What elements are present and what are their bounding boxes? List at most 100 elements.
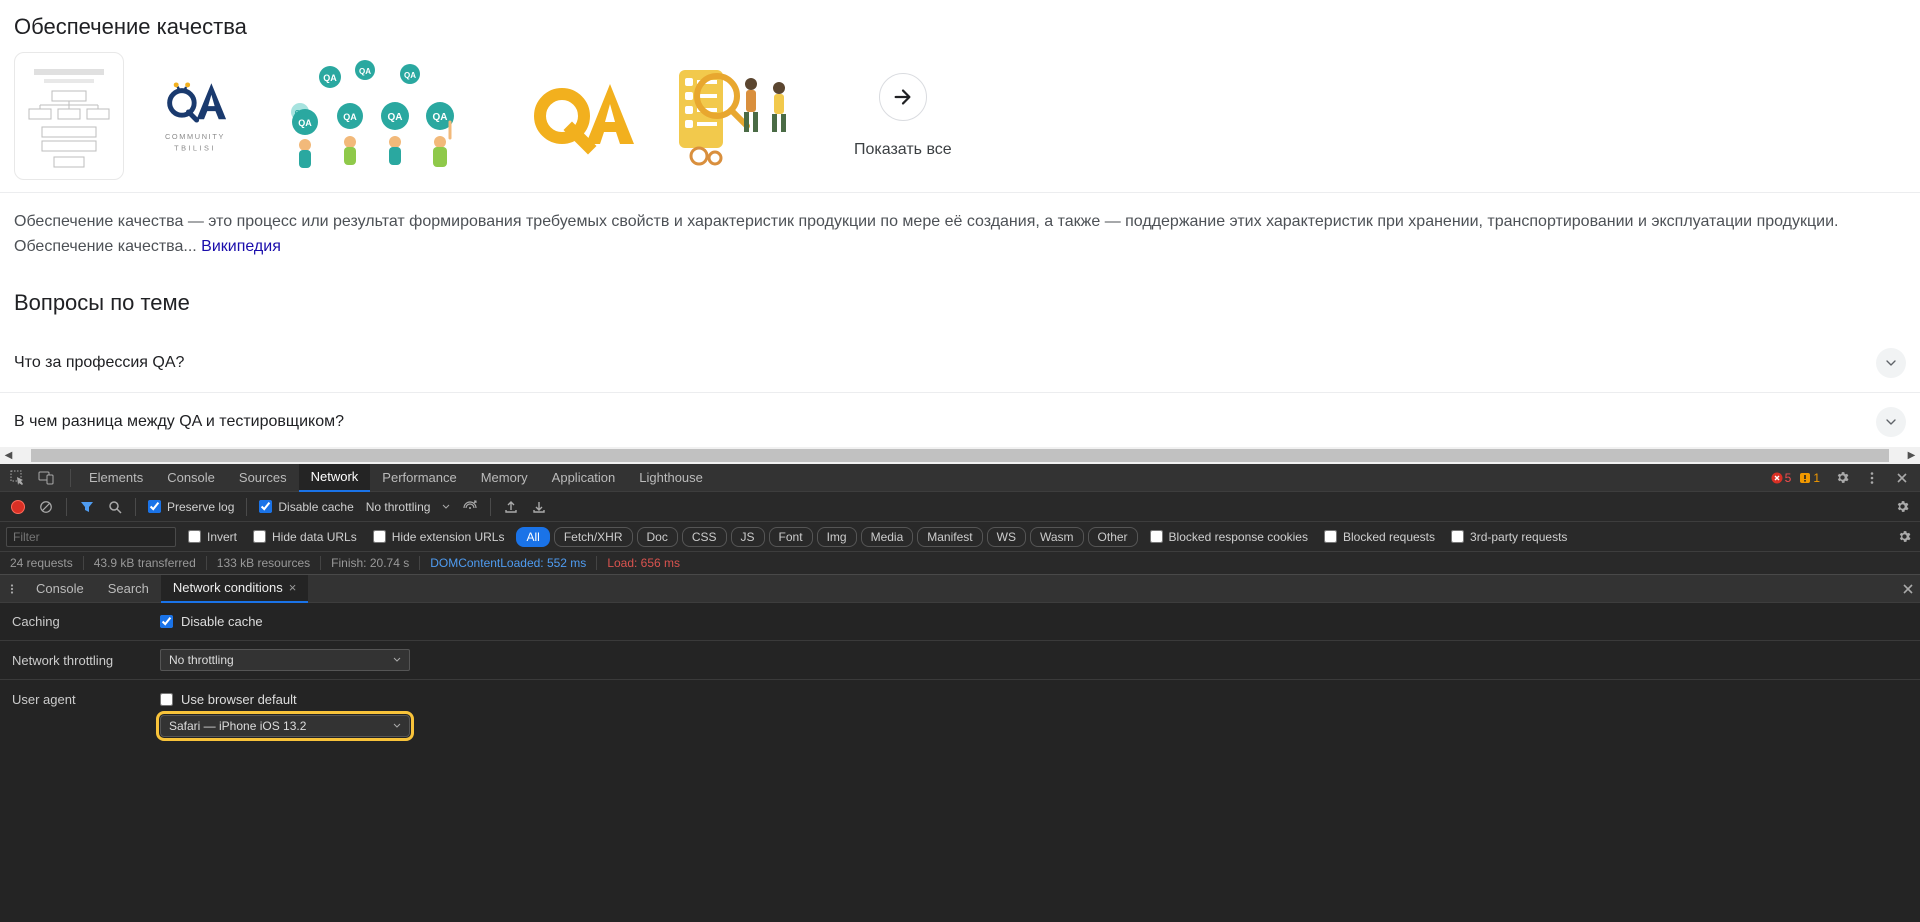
nc-caching-label: Caching [10, 614, 160, 629]
drawer-tab-search[interactable]: Search [96, 575, 161, 603]
network-toolbar: Preserve log Disable cache No throttling [0, 492, 1920, 522]
arrow-right-icon [879, 73, 927, 121]
hide-data-urls-checkbox[interactable]: Hide data URLs [249, 530, 361, 544]
snippet-text: Обеспечение качества — это процесс или р… [14, 213, 1839, 230]
chevron-down-icon [1876, 348, 1906, 378]
nc-throttling-select[interactable]: No throttling [160, 649, 410, 671]
pill-font[interactable]: Font [769, 527, 813, 547]
svg-text:QA: QA [298, 118, 312, 128]
pill-img[interactable]: Img [817, 527, 857, 547]
tab-console[interactable]: Console [155, 464, 227, 492]
invert-checkbox[interactable]: Invert [184, 530, 241, 544]
search-icon[interactable] [103, 495, 127, 519]
pill-wasm[interactable]: Wasm [1030, 527, 1084, 547]
blocked-requests-checkbox[interactable]: Blocked requests [1320, 530, 1439, 544]
hide-extension-urls-checkbox[interactable]: Hide extension URLs [369, 530, 509, 544]
related-question-row[interactable]: В чем разница между QA и тестировщиком? [0, 393, 1920, 452]
show-all-images-button[interactable]: Показать все [854, 73, 952, 159]
tab-network[interactable]: Network [299, 464, 371, 492]
close-devtools-icon[interactable] [1888, 464, 1916, 492]
network-status-bar: 24 requests 43.9 kB transferred 133 kB r… [0, 552, 1920, 574]
devtools-panel: Elements Console Sources Network Perform… [0, 464, 1920, 922]
nc-disable-cache-checkbox[interactable]: Disable cache [160, 614, 263, 629]
settings-gear-icon[interactable] [1828, 464, 1856, 492]
image-thumb-diagram[interactable] [14, 52, 124, 180]
related-questions-heading: Вопросы по теме [0, 276, 1920, 334]
drawer-tab-network-conditions[interactable]: Network conditions × [161, 575, 308, 603]
tab-lighthouse[interactable]: Lighthouse [627, 464, 715, 492]
nc-user-agent-label: User agent [10, 692, 160, 707]
related-question-text: В чем разница между QA и тестировщиком? [14, 413, 344, 431]
tab-performance[interactable]: Performance [370, 464, 468, 492]
network-conditions-icon[interactable] [458, 495, 482, 519]
tab-sources[interactable]: Sources [227, 464, 299, 492]
pill-doc[interactable]: Doc [637, 527, 678, 547]
chevron-down-icon [1876, 407, 1906, 437]
clear-button[interactable] [34, 495, 58, 519]
scroll-left-arrow[interactable]: ◀ [0, 447, 17, 464]
horizontal-scrollbar[interactable]: ◀ ▶ [0, 447, 1920, 464]
throttling-select[interactable]: No throttling [362, 498, 455, 516]
inspect-element-icon[interactable] [4, 464, 32, 492]
nc-throttling-label: Network throttling [10, 653, 160, 668]
filter-funnel-icon[interactable] [75, 495, 99, 519]
devtools-tabs: Elements Console Sources Network Perform… [77, 464, 715, 492]
preserve-log-checkbox[interactable]: Preserve log [144, 500, 238, 514]
drawer-tab-console[interactable]: Console [24, 575, 96, 603]
tab-memory[interactable]: Memory [469, 464, 540, 492]
devtools-top-bar: Elements Console Sources Network Perform… [0, 464, 1920, 492]
blocked-cookies-checkbox[interactable]: Blocked response cookies [1146, 530, 1312, 544]
error-counter[interactable]: 5 [1771, 471, 1792, 485]
nc-use-browser-default-checkbox[interactable]: Use browser default [160, 692, 410, 707]
status-domcontentloaded: DOMContentLoaded: 552 ms [420, 556, 597, 570]
images-heading: Обеспечение качества [0, 0, 1920, 52]
import-har-icon[interactable] [527, 495, 551, 519]
svg-text:QA: QA [323, 73, 337, 83]
image-thumb-qa-community[interactable]: COMMUNITY TBILISI [132, 52, 257, 180]
image-thumb-qa-people[interactable]: QA QA QA QA QA QA QA [265, 52, 510, 180]
svg-text:COMMUNITY: COMMUNITY [164, 132, 224, 141]
show-all-label: Показать все [854, 141, 952, 159]
related-question-row[interactable]: Что за профессия QA? [0, 334, 1920, 393]
record-button[interactable] [6, 495, 30, 519]
image-thumb-checklist[interactable] [661, 52, 816, 180]
kebab-menu-icon[interactable] [1858, 464, 1886, 492]
filter-input[interactable] [6, 527, 176, 547]
tab-application[interactable]: Application [540, 464, 628, 492]
status-transferred: 43.9 kB transferred [84, 556, 207, 570]
pill-ws[interactable]: WS [987, 527, 1026, 547]
svg-text:QA: QA [359, 67, 371, 76]
scroll-right-arrow[interactable]: ▶ [1903, 447, 1920, 464]
image-thumb-qa-yellow[interactable] [518, 52, 653, 180]
snippet-source-link[interactable]: Википедия [201, 238, 281, 255]
close-tab-icon[interactable]: × [289, 580, 297, 595]
pill-manifest[interactable]: Manifest [917, 527, 982, 547]
svg-text:QA: QA [433, 112, 448, 123]
devtools-drawer: Console Search Network conditions × Cach… [0, 574, 1920, 922]
nc-user-agent-select[interactable]: Safari — iPhone iOS 13.2 [160, 715, 410, 737]
third-party-checkbox[interactable]: 3rd-party requests [1447, 530, 1571, 544]
pill-all[interactable]: All [516, 527, 549, 547]
filter-settings-gear-icon[interactable] [1892, 525, 1916, 549]
drawer-kebab-icon[interactable] [0, 575, 24, 603]
pill-js[interactable]: JS [731, 527, 765, 547]
drawer-close-icon[interactable] [1896, 575, 1920, 603]
status-requests: 24 requests [10, 556, 84, 570]
snippet-prefix: Обеспечение качества... [14, 238, 201, 255]
knowledge-snippet: Обеспечение качества — это процесс или р… [0, 193, 1920, 276]
pill-fetch-xhr[interactable]: Fetch/XHR [554, 527, 633, 547]
disable-cache-checkbox[interactable]: Disable cache [255, 500, 357, 514]
pill-other[interactable]: Other [1088, 527, 1138, 547]
pill-media[interactable]: Media [861, 527, 914, 547]
export-har-icon[interactable] [499, 495, 523, 519]
search-results-page: Обеспечение качества [0, 0, 1920, 464]
svg-text:QA: QA [404, 71, 416, 80]
pill-css[interactable]: CSS [682, 527, 727, 547]
device-toggle-icon[interactable] [32, 464, 60, 492]
tab-elements[interactable]: Elements [77, 464, 155, 492]
drawer-tabs: Console Search Network conditions × [0, 575, 1920, 603]
network-settings-gear-icon[interactable] [1890, 495, 1914, 519]
svg-text:QA: QA [388, 112, 403, 123]
network-conditions-panel: Caching Disable cache Network throttling… [0, 603, 1920, 922]
issues-counter[interactable]: 1 [1799, 471, 1820, 485]
